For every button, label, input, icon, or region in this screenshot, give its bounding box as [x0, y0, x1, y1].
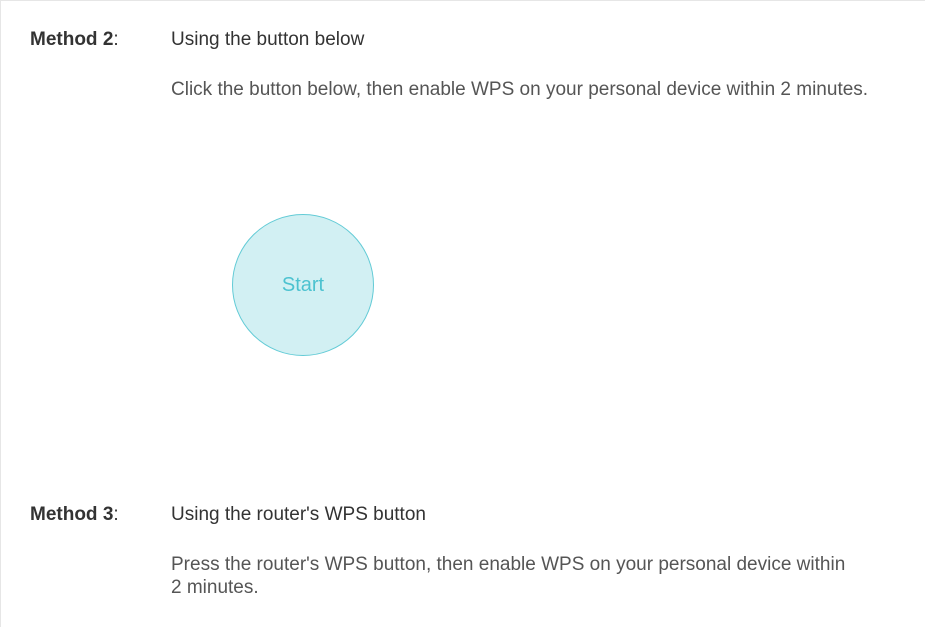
start-button-label: Start: [281, 273, 325, 296]
method-3-title: Using the router's WPS button: [171, 504, 426, 525]
method-2-title: Using the button below: [171, 29, 365, 50]
method-3-label: Method 3:: [30, 504, 119, 525]
method-3-description: Press the router's WPS button, then enab…: [171, 554, 846, 598]
wps-panel: Method 2: Using the button below Click t…: [0, 0, 925, 627]
method-2-label: Method 2:: [30, 29, 119, 50]
wps-start-button[interactable]: Start: [232, 214, 374, 356]
method-2-description: Click the button below, then enable WPS …: [171, 79, 869, 100]
